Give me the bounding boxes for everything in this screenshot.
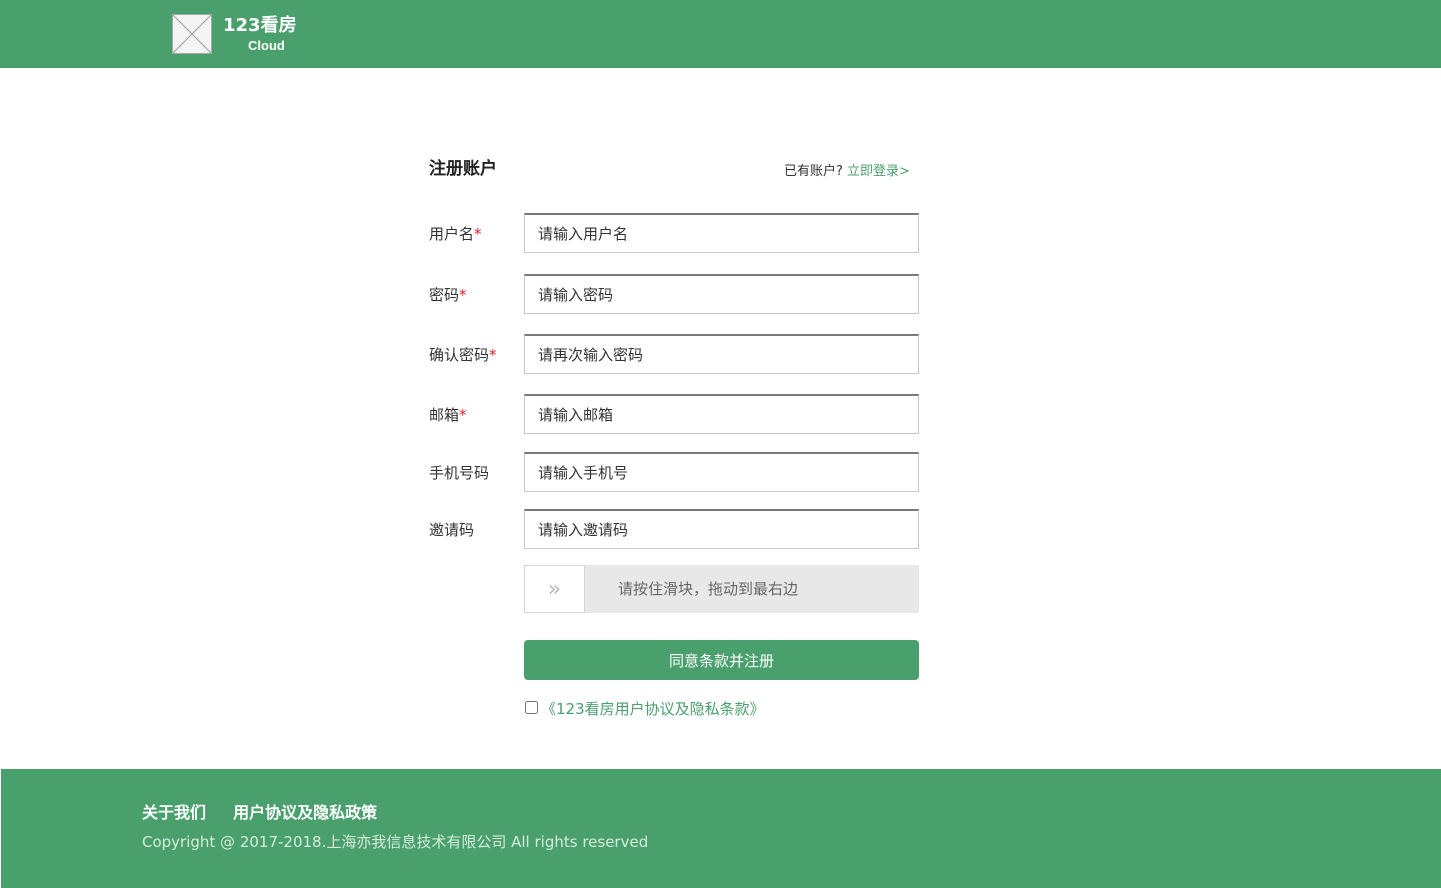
login-link[interactable]: 立即登录>	[847, 164, 910, 179]
invite-code-input[interactable]	[524, 509, 919, 549]
password-input[interactable]	[524, 274, 919, 314]
login-hint: 已有账户? 立即登录>	[784, 163, 910, 181]
footer-links: 关于我们 用户协议及隐私政策	[142, 803, 399, 823]
double-chevron-right-icon: »	[547, 576, 562, 602]
top-header: 123看房 Cloud	[0, 0, 1441, 68]
username-label: 用户名*	[429, 225, 482, 243]
phone-label: 手机号码	[429, 464, 490, 482]
invite-code-label: 邀请码	[429, 521, 475, 539]
logo-placeholder-icon[interactable]	[172, 14, 212, 54]
slider-captcha[interactable]: » 请按住滑块，拖动到最右边	[524, 565, 919, 613]
footer-link-agreement[interactable]: 用户协议及隐私政策	[233, 803, 377, 822]
required-mark: *	[459, 406, 467, 424]
password-label: 密码*	[429, 286, 467, 304]
login-prompt: 已有账户?	[784, 164, 843, 179]
footer-link-about[interactable]: 关于我们	[142, 803, 206, 822]
required-mark: *	[489, 346, 497, 364]
required-mark: *	[459, 286, 467, 304]
required-mark: *	[474, 225, 482, 243]
agreement-checkbox[interactable]	[525, 701, 538, 714]
brand-subtitle: Cloud	[248, 38, 285, 53]
agree-register-button[interactable]: 同意条款并注册	[524, 640, 919, 680]
phone-input[interactable]	[524, 452, 919, 492]
register-title: 注册账户	[429, 159, 497, 179]
slider-instruction: 请按住滑块，拖动到最右边	[618, 580, 799, 598]
confirm-password-input[interactable]	[524, 334, 919, 374]
email-input[interactable]	[524, 394, 919, 434]
username-input[interactable]	[524, 213, 919, 253]
footer: 关于我们 用户协议及隐私政策 Copyright @ 2017-2018.上海亦…	[1, 769, 1441, 888]
brand-title[interactable]: 123看房	[223, 15, 297, 37]
slider-handle[interactable]: »	[524, 565, 585, 613]
confirm-password-label: 确认密码*	[429, 346, 497, 364]
copyright: Copyright @ 2017-2018.上海亦我信息技术有限公司 All r…	[142, 833, 649, 851]
email-label: 邮箱*	[429, 406, 467, 424]
agreement-link[interactable]: 《123看房用户协议及隐私条款》	[541, 699, 765, 719]
